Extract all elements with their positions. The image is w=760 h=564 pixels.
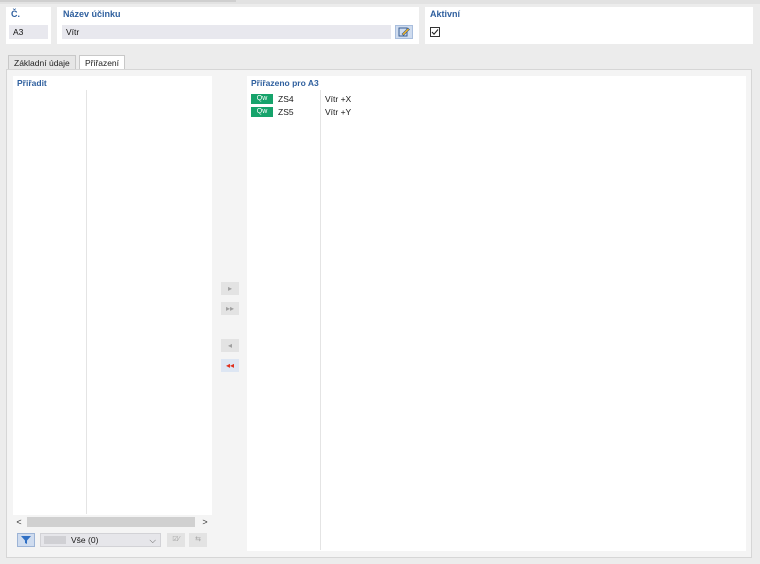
load-type-badge: Qw — [251, 94, 273, 104]
filter-icon — [21, 536, 31, 544]
filter-button[interactable] — [17, 533, 35, 547]
list-item[interactable]: Qw ZS5 Vítr +Y — [250, 106, 744, 118]
invert-selection-icon: ⇆ — [195, 536, 201, 543]
column-divider — [320, 90, 321, 550]
remove-one-button[interactable]: ◂ — [221, 339, 239, 352]
load-case-code: ZS5 — [278, 107, 294, 117]
number-panel: Č. A3 — [6, 7, 51, 44]
number-label: Č. — [11, 9, 20, 19]
select-all-button[interactable]: ☑⁄ — [167, 533, 185, 547]
load-case-name: Vítr +Y — [325, 107, 352, 117]
scrollbar-thumb[interactable] — [27, 517, 195, 527]
number-field[interactable]: A3 — [9, 25, 48, 39]
available-list[interactable]: Přiřadit — [13, 76, 212, 515]
name-panel: Název účinku Vítr — [57, 7, 419, 44]
active-checkbox[interactable] — [430, 27, 440, 37]
tab-basic-data[interactable]: Základní údaje — [8, 55, 76, 69]
filter-value: Vše (0) — [71, 535, 99, 545]
horizontal-scrollbar[interactable]: < > — [13, 515, 211, 529]
top-strip — [0, 0, 760, 4]
assigned-list-title: Přiřazeno pro A3 — [251, 78, 319, 88]
assigned-list[interactable]: Přiřazeno pro A3 Qw ZS4 Vítr +X Qw ZS5 V… — [247, 76, 746, 551]
load-type-badge: Qw — [251, 107, 273, 117]
invert-selection-button[interactable]: ⇆ — [189, 533, 207, 547]
list-item[interactable]: Qw ZS4 Vítr +X — [250, 93, 744, 105]
column-divider — [86, 90, 87, 514]
chevron-down-icon: ⌵ — [149, 535, 156, 545]
add-all-button[interactable]: ▸▸ — [221, 302, 239, 315]
edit-name-button[interactable] — [395, 25, 413, 39]
name-field[interactable]: Vítr — [62, 25, 391, 39]
name-label: Název účinku — [63, 9, 121, 19]
edit-icon — [398, 27, 410, 37]
active-panel: Aktivní — [425, 7, 753, 44]
check-icon — [431, 29, 439, 36]
scroll-left-icon[interactable]: < — [13, 515, 25, 529]
filter-combo[interactable]: Vše (0) ⌵ — [40, 533, 161, 547]
tab-assignment[interactable]: Přiřazení — [79, 55, 126, 69]
load-case-name: Vítr +X — [325, 94, 352, 104]
add-one-button[interactable]: ▸ — [221, 282, 239, 295]
select-all-icon: ☑⁄ — [172, 536, 180, 543]
active-label: Aktivní — [430, 9, 461, 19]
available-list-title: Přiřadit — [17, 78, 47, 88]
remove-all-button[interactable]: ◂◂ — [221, 359, 239, 372]
load-case-code: ZS4 — [278, 94, 294, 104]
filter-swatch — [44, 536, 66, 544]
scroll-right-icon[interactable]: > — [199, 515, 211, 529]
